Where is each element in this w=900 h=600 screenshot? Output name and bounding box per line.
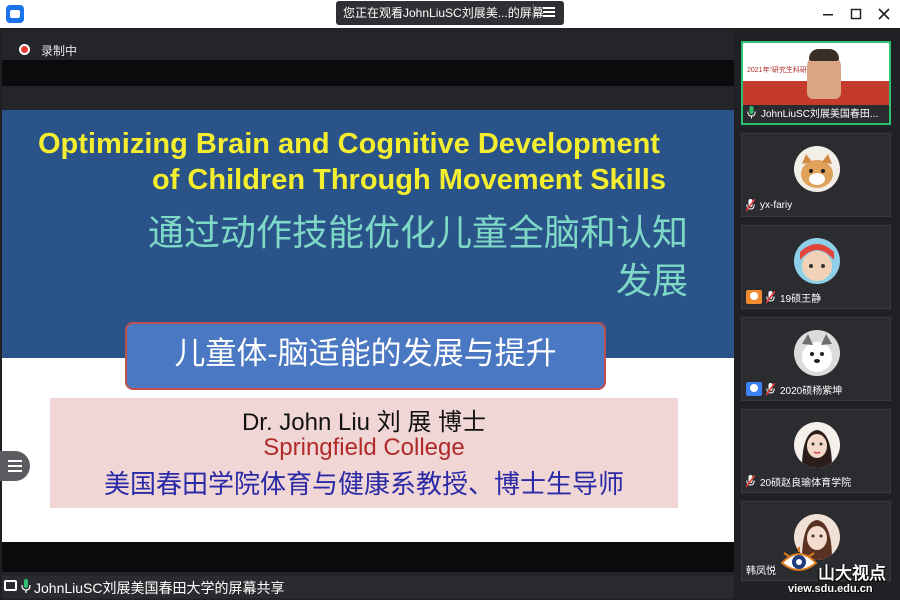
participant-badge-icon (746, 382, 762, 396)
slide-subtitle: 儿童体-脑适能的发展与提升 (174, 336, 557, 371)
participant-label: JohnLiuSC刘展美国春田... (747, 104, 887, 120)
watermark-brand: 山大视点 (818, 564, 886, 583)
speaker-organization: Springfield College (263, 434, 465, 461)
speaker-title: 美国春田学院体育与健康系教授、博士生导师 (103, 469, 624, 499)
participant-tile[interactable]: 19硕王静 (741, 225, 891, 309)
slide-title-panel: Optimizing Brain and Cognitive Developme… (2, 110, 734, 358)
slide-subtitle-box: 儿童体-脑适能的发展与提升 (125, 322, 606, 390)
participant-label: yx-fariy (746, 197, 888, 213)
participant-tile[interactable]: 20硕赵良瑜体育学院 (741, 409, 891, 493)
slide-title-en-line1: Optimizing Brain and Cognitive Developme… (38, 128, 660, 160)
speaker-name: Dr. John Liu 刘 展 博士 (241, 409, 487, 436)
avatar (794, 238, 840, 284)
participant-label: 20硕赵良瑜体育学院 (746, 473, 888, 489)
banner-divider (533, 4, 534, 20)
participant-tile[interactable]: 2021年“研究生科研...暑期学校 JohnLiuSC刘展美国春田... (741, 41, 891, 125)
close-button[interactable] (874, 4, 894, 24)
microphone-muted-icon (766, 290, 775, 303)
participant-tile[interactable]: 2020硕杨紫坤 (741, 317, 891, 401)
title-bar: 您正在观看JohnLiuSC刘展美...的屏幕 (0, 0, 900, 28)
share-top-margin (2, 60, 734, 86)
participant-name: 韩凤悦 (746, 565, 776, 577)
microphone-muted-icon (746, 474, 755, 487)
participant-name: 2020硕杨紫坤 (780, 385, 843, 397)
avatar (794, 330, 840, 376)
share-status-bar: JohnLiuSC刘展美国春田大学的屏幕共享 (2, 576, 734, 598)
screen-share-banner: 您正在观看JohnLiuSC刘展美...的屏幕 (336, 1, 564, 25)
participant-tile[interactable]: yx-fariy (741, 133, 891, 217)
speaker-info-box: Dr. John Liu 刘 展 博士 Springfield College … (50, 398, 678, 508)
eye-logo-icon (780, 547, 818, 571)
presentation-slide: Optimizing Brain and Cognitive Developme… (2, 110, 734, 542)
microphone-muted-icon (766, 382, 775, 395)
slide-title-cn-line2: 发展 (615, 260, 688, 301)
participant-badge-icon (746, 290, 762, 304)
view-options-icon[interactable] (542, 5, 556, 19)
participant-label: 19硕王静 (746, 289, 888, 305)
recording-icon (19, 44, 30, 55)
presenter-hair (809, 49, 839, 61)
microphone-icon (21, 579, 31, 593)
participant-label: 2020硕杨紫坤 (746, 381, 888, 397)
recording-label: 录制中 (41, 44, 78, 58)
participants-panel: 2021年“研究生科研...暑期学校 JohnLiuSC刘展美国春田... yx… (736, 29, 900, 600)
watermark-url: view.sdu.edu.cn (788, 583, 873, 595)
app-logo-icon (6, 5, 24, 23)
participant-name: 19硕王静 (780, 293, 822, 305)
avatar (794, 146, 840, 192)
member-list-toggle-icon[interactable] (0, 451, 30, 481)
slide-title-en-line2: of Children Through Movement Skills (152, 164, 666, 196)
share-bottom-margin (2, 542, 734, 572)
slide-title-cn-line1: 通过动作技能优化儿童全脑和认知 (147, 212, 688, 253)
participant-name: JohnLiuSC刘展美国春田... (761, 108, 879, 120)
share-status-text: JohnLiuSC刘展美国春田大学的屏幕共享 (34, 580, 285, 596)
microphone-muted-icon (746, 198, 755, 211)
watermark-logo: 山大视点 view.sdu.edu.cn (780, 545, 898, 597)
presenter-video: 2021年“研究生科研...暑期学校 (743, 43, 889, 105)
screen-share-icon (4, 580, 17, 591)
participant-name: 20硕赵良瑜体育学院 (760, 477, 852, 489)
microphone-icon (747, 105, 756, 118)
maximize-button[interactable] (846, 4, 866, 24)
participant-name: yx-fariy (760, 199, 793, 211)
minimize-button[interactable] (818, 4, 838, 24)
share-banner-text: 您正在观看JohnLiuSC刘展美...的屏幕 (343, 6, 544, 20)
avatar (794, 422, 840, 468)
